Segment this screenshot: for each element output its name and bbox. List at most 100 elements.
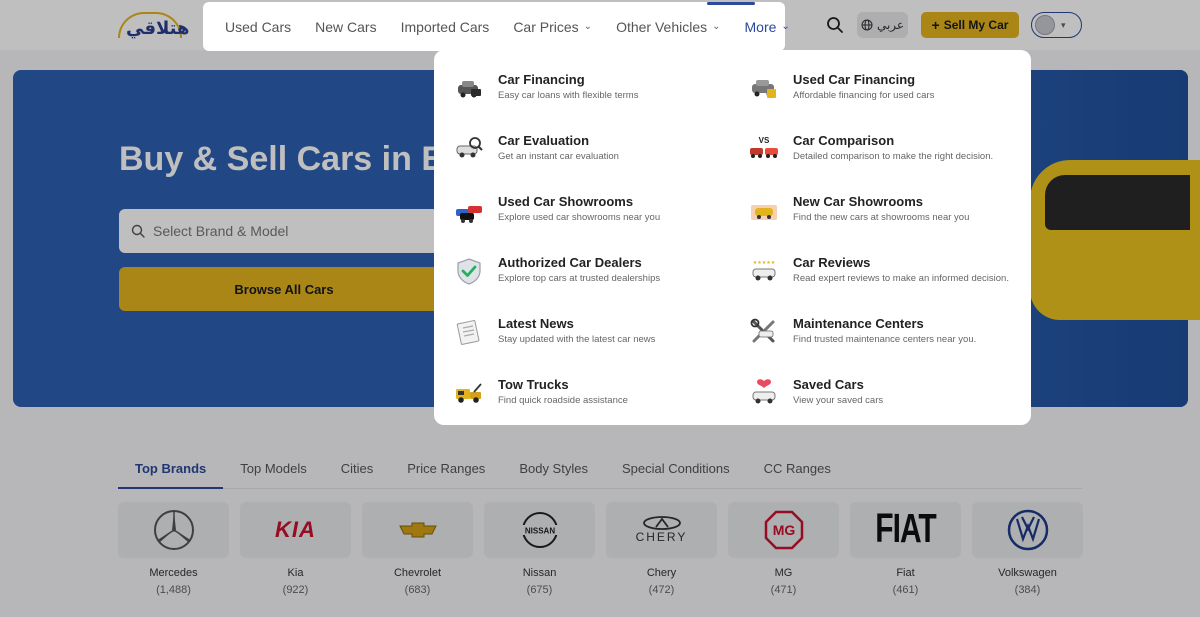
mg-logo-text: MG (772, 522, 795, 538)
volkswagen-logo-icon (1007, 509, 1048, 551)
brand-name: Chery (646, 567, 677, 579)
menu-item-used-car-showrooms[interactable]: Used Car Showrooms Explore used car showr… (454, 194, 734, 242)
chery-logo-text: CHERY (635, 530, 688, 544)
menu-item-authorized-car-dealers[interactable]: Authorized Car Dealers Explore top cars a… (454, 255, 734, 303)
brand-card-fiat[interactable]: FIAT Fiat (461) (850, 502, 961, 596)
brand-logo-box: FIAT (850, 502, 961, 558)
menu-item-car-evaluation[interactable]: Car Evaluation Get an instant car evaluat… (454, 133, 734, 181)
rating-stars: ★★★★★ (753, 260, 776, 266)
menu-item-desc: Read expert reviews to make an informed … (793, 273, 1009, 284)
brand-count: (384) (1014, 584, 1041, 596)
menu-item-desc: Find trusted maintenance centers near yo… (793, 334, 977, 345)
shield-check-icon (457, 258, 481, 285)
new-showrooms-icon (751, 205, 777, 220)
brand-card-mercedes[interactable]: Mercedes (1,488) (118, 502, 229, 596)
menu-item-used-car-financing[interactable]: Used Car Financing Affordable financing f… (749, 72, 1029, 120)
nav-label: Car Prices (513, 18, 579, 35)
menu-item-new-car-showrooms[interactable]: New Car Showrooms Find the new cars at sh… (749, 194, 1029, 242)
menu-item-title: Latest News (498, 316, 574, 331)
menu-item-tow-trucks[interactable]: Tow Trucks Find quick roadside assistance (454, 377, 734, 425)
brand-name: Chevrolet (393, 567, 442, 579)
hero-car-window (1045, 175, 1190, 230)
search-icon[interactable] (826, 16, 844, 34)
nav-car-prices[interactable]: Car Prices ⌄ (513, 19, 592, 35)
language-label: عربي (876, 18, 905, 32)
menu-item-car-financing[interactable]: Car Financing Easy car loans with flexibl… (454, 72, 734, 120)
brand-logo-box (362, 502, 473, 558)
brand-card-volkswagen[interactable]: Volkswagen (384) (972, 502, 1083, 596)
menu-item-desc: Detailed comparison to make the right de… (793, 151, 994, 162)
brand-card-kia[interactable]: KIA Kia (922) (240, 502, 351, 596)
brand-count: (683) (404, 584, 431, 596)
brand-card-mg[interactable]: MG MG (471) (728, 502, 839, 596)
menu-item-car-reviews[interactable]: ★★★★★ Car Reviews Read expert reviews to … (749, 255, 1029, 303)
active-nav-indicator (707, 2, 755, 5)
tab-price-ranges[interactable]: Price Ranges (390, 455, 502, 489)
user-menu-button[interactable]: ▾ (1031, 12, 1082, 38)
kia-logo-icon: KIA (275, 517, 316, 542)
chevron-down-icon: ⌄ (712, 21, 721, 32)
brand-name: Fiat (896, 567, 915, 579)
sell-my-car-button[interactable]: + Sell My Car (921, 12, 1019, 38)
fiat-logo-icon: FIAT (875, 507, 936, 552)
nav-imported-cars[interactable]: Imported Cars (401, 19, 490, 35)
tab-body-styles[interactable]: Body Styles (502, 455, 605, 489)
brand-card-nissan[interactable]: NISSAN Nissan (675) (484, 502, 595, 596)
brand-logo-box: MG (728, 502, 839, 558)
chevron-down-icon: ⌄ (781, 21, 790, 32)
brand-count: (471) (770, 584, 797, 596)
used-showrooms-icon (456, 206, 482, 223)
nissan-logo-icon: NISSAN (517, 512, 562, 548)
tow-truck-icon (456, 383, 482, 403)
menu-item-maintenance-centers[interactable]: Maintenance Centers Find trusted maintena… (749, 316, 1029, 364)
site-logo[interactable]: هتلاقي (118, 12, 198, 40)
browse-all-cars-button[interactable]: Browse All Cars (119, 267, 449, 311)
more-dropdown-menu: Car Financing Easy car loans with flexibl… (434, 50, 1031, 425)
logo-text: هتلاقي (126, 18, 190, 39)
brand-count: (1,488) (156, 584, 191, 596)
menu-item-title: Car Financing (498, 72, 585, 87)
tab-special-conditions[interactable]: Special Conditions (605, 455, 747, 489)
tab-cc-ranges[interactable]: CC Ranges (747, 455, 848, 489)
menu-item-title: Used Car Financing (793, 72, 916, 87)
car-reviews-icon: ★★★★★ (752, 260, 776, 281)
news-icon (456, 320, 480, 345)
menu-item-saved-cars[interactable]: Saved Cars View your saved cars (749, 377, 1029, 425)
category-tabs: Top Brands Top Models Cities Price Range… (118, 455, 1082, 489)
brand-name: Volkswagen (998, 567, 1057, 579)
menu-item-latest-news[interactable]: Latest News Stay updated with the latest … (454, 316, 734, 364)
tab-cities[interactable]: Cities (324, 455, 391, 489)
car-evaluation-icon (456, 137, 483, 158)
menu-item-desc: Stay updated with the latest car news (498, 334, 656, 345)
nissan-logo-text: NISSAN (524, 527, 554, 536)
nav-label: More (744, 18, 777, 35)
brand-card-chevrolet[interactable]: Chevrolet (683) (362, 502, 473, 596)
hero-title: Buy & Sell Cars in Eg (119, 140, 465, 178)
menu-item-desc: Explore used car showrooms near you (498, 212, 661, 223)
brand-count: (472) (648, 584, 675, 596)
brand-count: (461) (892, 584, 919, 596)
tab-top-models[interactable]: Top Models (223, 455, 323, 489)
saved-cars-icon (752, 379, 776, 404)
browse-all-cars-label: Browse All Cars (234, 281, 334, 297)
mercedes-logo-icon (153, 510, 194, 550)
tab-top-brands[interactable]: Top Brands (118, 455, 224, 489)
brand-card-chery[interactable]: CHERY Chery (472) (606, 502, 717, 596)
nav-used-cars[interactable]: Used Cars (225, 19, 291, 35)
nav-new-cars[interactable]: New Cars (315, 19, 376, 35)
sell-my-car-label: Sell My Car (943, 18, 1009, 32)
nav-more[interactable]: More ⌄ (745, 19, 790, 35)
language-toggle-button[interactable]: عربي (857, 12, 908, 38)
brand-model-search-input[interactable]: Select Brand & Model (119, 209, 449, 253)
nav-label: Other Vehicles (616, 18, 708, 35)
menu-item-title: Maintenance Centers (793, 316, 924, 331)
menu-item-title: Car Comparison (793, 133, 895, 148)
search-placeholder: Select Brand & Model (153, 223, 289, 239)
nav-other-vehicles[interactable]: Other Vehicles ⌄ (616, 19, 720, 35)
menu-item-desc: View your saved cars (793, 395, 884, 406)
car-comparison-icon: VS (750, 136, 778, 158)
tools-icon (750, 318, 775, 343)
chery-logo-icon (642, 516, 681, 530)
brand-logo-box: NISSAN (484, 502, 595, 558)
menu-item-car-comparison[interactable]: VS Car Comparison Detailed comparison to … (749, 133, 1029, 181)
